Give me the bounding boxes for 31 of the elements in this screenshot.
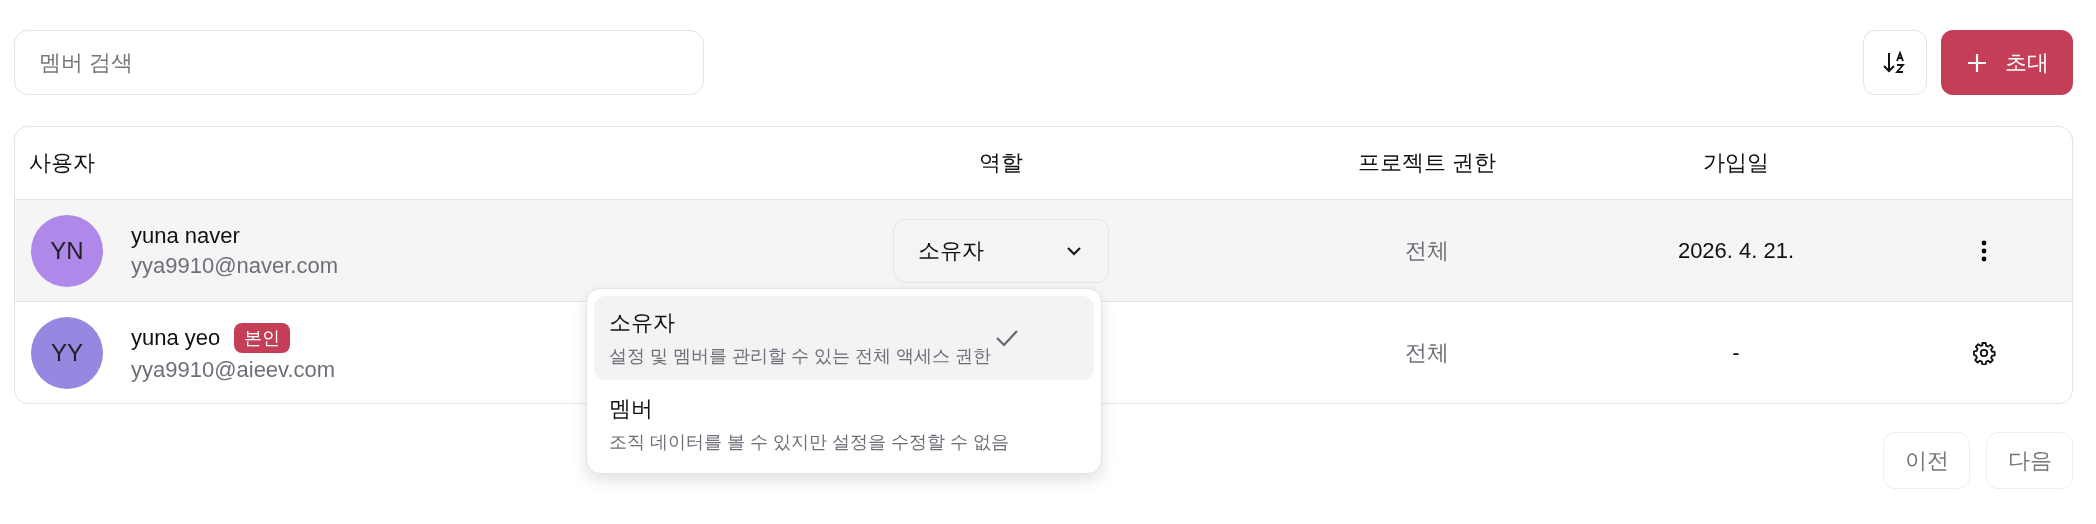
invite-button[interactable]: 초대 [1941,30,2073,95]
role-option[interactable]: 소유자 설정 및 멤버를 관리할 수 있는 전체 액세스 권한 [594,296,1094,380]
sort-icon [1882,49,1908,76]
user-name: yuna yeo [131,324,221,351]
page-button[interactable]: 이전 [1883,432,1970,489]
self-badge: 본인 [234,322,291,353]
check-icon [995,328,1019,348]
user-email: yya9910@naver.com [131,252,338,279]
avatar: YN [31,214,103,287]
table-cell: 2026. 4. 21. [1677,237,1795,264]
user-name: yuna naver [131,222,240,249]
table-cell-text: 전체 [1405,338,1449,367]
user-email: yya9910@aieev.com [131,356,336,383]
page-button[interactable]: 다음 [1986,432,2073,489]
role-option[interactable]: 멤버 조직 데이터를 볼 수 있지만 설정을 수정할 수 없음 [594,382,1094,466]
table-cell: - [1732,339,1740,366]
option-title: 소유자 [609,309,676,337]
column-header: 가입일 [1703,149,1769,177]
column-header: 역할 [979,149,1023,177]
option-description: 설정 및 멤버를 관리할 수 있는 전체 액세스 권한 [609,345,991,368]
more-icon [1980,239,1987,262]
column-header: 사용자 [28,149,95,177]
table-cell-text: 전체 [1405,236,1449,265]
settings-icon [1971,340,1996,365]
column-header: 프로젝트 권한 [1357,149,1497,177]
option-title: 멤버 [609,395,654,423]
role-dropdown[interactable]: 소유자 [893,218,1109,283]
sort-button[interactable] [1863,30,1927,95]
option-description: 조직 데이터를 볼 수 있지만 설정을 수정할 수 없음 [609,431,1009,454]
avatar: YY [31,316,103,389]
search-field[interactable]: 멤버 검색 [14,30,704,95]
